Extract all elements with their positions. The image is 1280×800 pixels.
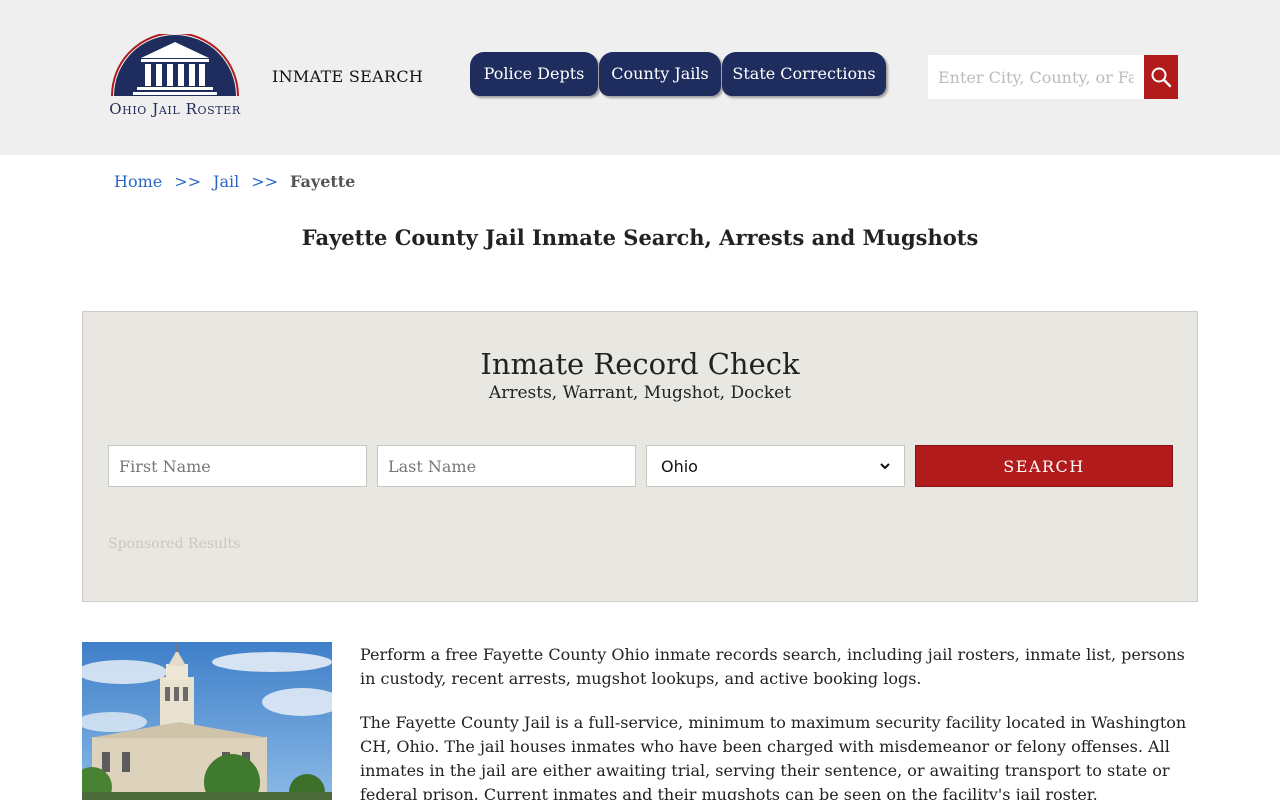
breadcrumb-current: Fayette <box>290 172 356 191</box>
site-header: Ohio Jail Roster INMATE SEARCH Police De… <box>0 0 1280 155</box>
facility-search-button[interactable] <box>1144 55 1178 99</box>
state-select-value: Ohio <box>661 456 698 476</box>
tab-state-corrections[interactable]: State Corrections <box>722 52 886 96</box>
courthouse-photo <box>82 642 332 800</box>
logo-text: Ohio Jail Roster <box>109 100 241 118</box>
inmate-search-link[interactable]: INMATE SEARCH <box>272 67 423 86</box>
page-title: Fayette County Jail Inmate Search, Arres… <box>301 225 979 250</box>
chevron-down-icon <box>880 463 890 470</box>
sponsored-results-label: Sponsored Results <box>108 536 241 552</box>
description-paragraph: Perform a free Fayette County Ohio inmat… <box>360 645 1185 688</box>
state-select[interactable]: Ohio <box>646 445 905 487</box>
tab-police-depts[interactable]: Police Depts <box>470 52 598 96</box>
description-paragraph: The Fayette County Jail is a full-servic… <box>360 713 1187 800</box>
search-icon <box>1151 67 1172 88</box>
tab-county-jails[interactable]: County Jails <box>599 52 721 96</box>
first-name-field[interactable] <box>108 445 367 487</box>
breadcrumb-jail[interactable]: Jail <box>213 172 239 191</box>
tab-label: County Jails <box>611 64 709 83</box>
breadcrumb-separator: >> <box>251 172 279 191</box>
facility-search-input[interactable] <box>928 55 1144 99</box>
tab-label: State Corrections <box>732 64 876 83</box>
inmate-record-check-panel: Inmate Record Check Arrests, Warrant, Mu… <box>82 311 1198 602</box>
record-search-button[interactable]: SEARCH <box>915 445 1173 487</box>
site-logo[interactable]: Ohio Jail Roster <box>104 32 246 124</box>
tab-label: Police Depts <box>483 64 585 83</box>
breadcrumb: Home >> Jail >> Fayette <box>114 172 355 191</box>
record-check-subtitle: Arrests, Warrant, Mugshot, Docket <box>488 383 792 403</box>
breadcrumb-separator: >> <box>174 172 202 191</box>
courthouse-logo-icon <box>111 32 239 97</box>
breadcrumb-home[interactable]: Home <box>114 172 162 191</box>
jail-description: Perform a free Fayette County Ohio inmat… <box>360 643 1190 800</box>
facility-search <box>928 55 1178 99</box>
record-check-title: Inmate Record Check <box>480 347 800 381</box>
last-name-field[interactable] <box>377 445 636 487</box>
